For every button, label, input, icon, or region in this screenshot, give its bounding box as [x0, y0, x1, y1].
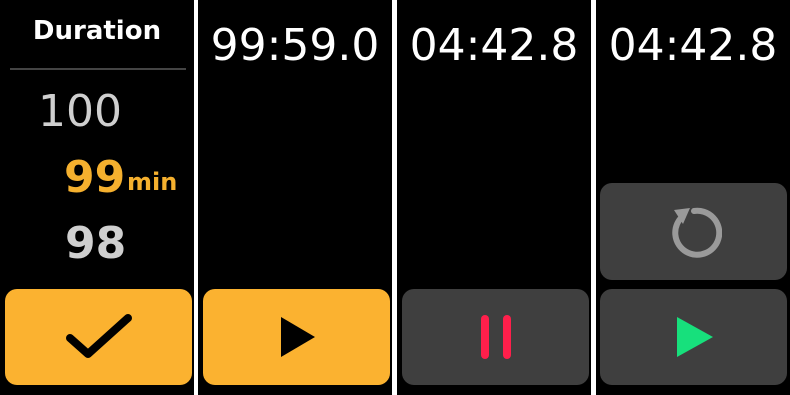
- reset-button[interactable]: [600, 183, 787, 280]
- check-icon: [64, 312, 134, 362]
- duration-picker-screen: Duration 100 99 min 98: [0, 0, 194, 395]
- resume-button[interactable]: [600, 289, 787, 385]
- play-icon: [277, 315, 317, 359]
- timer-running-screen: 04:42.8: [397, 0, 591, 395]
- header-divider: [10, 68, 186, 70]
- picker-unit-label: min: [127, 168, 178, 196]
- timer-display: 04:42.8: [409, 20, 579, 71]
- confirm-button[interactable]: [5, 289, 192, 385]
- timer-display: 99:59.0: [210, 20, 380, 71]
- picker-value-below[interactable]: 98: [65, 218, 126, 269]
- timer-display: 04:42.8: [608, 20, 778, 71]
- duration-title: Duration: [32, 16, 162, 46]
- picker-value-above[interactable]: 100: [38, 86, 122, 137]
- timer-ready-screen: 99:59.0: [198, 0, 392, 395]
- timer-paused-screen: 04:42.8: [596, 0, 790, 395]
- reset-icon: [666, 204, 722, 260]
- play-icon: [673, 314, 715, 360]
- picker-value-selected[interactable]: 99: [64, 152, 125, 203]
- start-button[interactable]: [203, 289, 390, 385]
- pause-icon: [476, 312, 516, 362]
- pause-button[interactable]: [402, 289, 589, 385]
